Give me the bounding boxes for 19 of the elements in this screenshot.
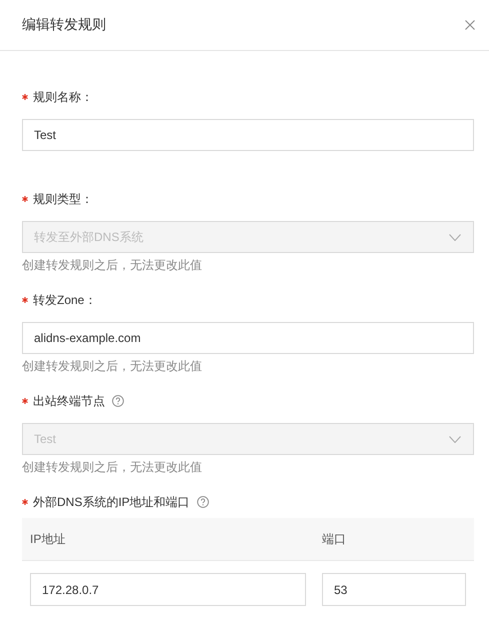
field-label: 出站终端节点 xyxy=(33,392,105,410)
help-icon[interactable] xyxy=(196,496,209,508)
chevron-down-icon xyxy=(449,436,461,442)
field-label: 外部DNS系统的IP地址和端口 xyxy=(33,494,190,510)
column-header: 端口 xyxy=(321,530,347,548)
field-label: 转发Zone： xyxy=(33,292,96,308)
field-hint: 创建转发规则之后，无法更改此值 xyxy=(22,358,203,374)
field-hint: 创建转发规则之后，无法更改此值 xyxy=(22,257,203,273)
field-label: 规则名称： xyxy=(33,88,93,106)
input-field[interactable]: Test xyxy=(22,119,474,151)
input-field[interactable]: 53 xyxy=(322,573,466,606)
input-field[interactable]: 172.28.0.7 xyxy=(30,573,306,606)
dialog-title: 编辑转发规则 xyxy=(22,16,106,34)
field-label: 规则类型： xyxy=(33,190,93,208)
field-hint: 创建转发规则之后，无法更改此值 xyxy=(22,459,203,475)
chevron-down-icon xyxy=(449,234,461,240)
close-icon[interactable] xyxy=(465,20,475,30)
column-header: IP地址 xyxy=(29,530,66,548)
input-field[interactable]: alidns-example.com xyxy=(22,322,474,354)
